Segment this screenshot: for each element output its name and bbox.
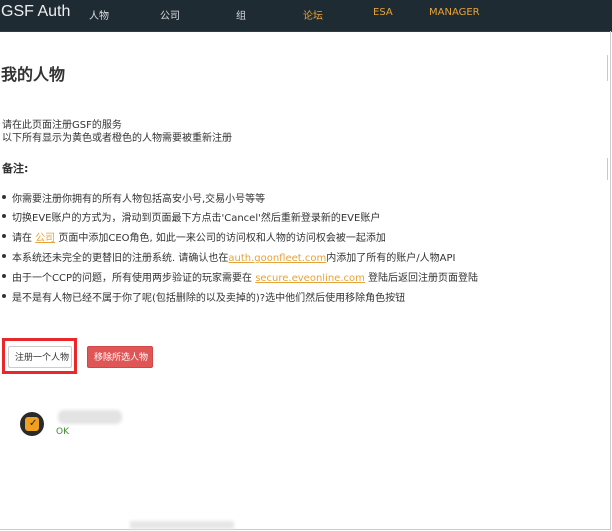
character-avatar[interactable]: ✓: [20, 412, 44, 436]
intro-line-2: 以下所有显示为黄色或者橙色的人物需要被重新注册: [2, 133, 232, 144]
scrollbar-mark: [607, 158, 608, 180]
nav-item-forums[interactable]: 论坛: [303, 7, 323, 22]
note-text: 登陆后返回注册页面登陆: [364, 273, 479, 284]
note-text: 由于一个CCP的问题，所有使用两步验证的玩家需要在: [12, 273, 256, 284]
nav-item-corporations[interactable]: 公司: [160, 7, 180, 22]
page-title: 我的人物: [1, 65, 66, 84]
notes-heading: 备注:: [2, 162, 29, 175]
secure-eveonline-link[interactable]: secure.eveonline.com: [255, 273, 365, 284]
nav-item-esa[interactable]: ESA: [373, 7, 393, 18]
note-text: 你需要注册你拥有的所有人物包括高安小号,交易小号等等: [12, 194, 266, 205]
bullet-icon: [2, 214, 6, 218]
scrollbar-mark: [607, 55, 608, 81]
nav-item-groups[interactable]: 组: [236, 7, 246, 22]
check-icon: ✓: [29, 418, 38, 429]
character-name-redacted: [58, 410, 122, 424]
register-character-button[interactable]: 注册一个人物: [8, 346, 72, 368]
character-selector-box[interactable]: ✓: [25, 417, 39, 431]
bullet-icon: [2, 294, 6, 298]
remove-selected-characters-button[interactable]: 移除所选人物: [87, 346, 153, 368]
nav-item-manager[interactable]: MANAGER: [429, 7, 480, 18]
footer-redacted: [130, 521, 234, 529]
note-text: 请在: [12, 233, 36, 244]
top-navbar: GSF Auth 人物 公司 组 论坛 ESA MANAGER: [0, 0, 612, 32]
nav-item-characters[interactable]: 人物: [89, 7, 109, 22]
character-status: OK: [56, 427, 69, 437]
bullet-icon: [2, 234, 6, 238]
auth-goonfleet-link[interactable]: auth.goonfleet.com: [228, 253, 326, 264]
note-text: 是不是有人物已经不属于你了呢(包括删除的以及卖掉的)?选中他们然后使用移除角色按…: [12, 293, 406, 304]
note-text: 内添加了所有的账户/人物API: [326, 253, 456, 264]
bullet-icon: [2, 195, 6, 199]
note-text: 切换EVE账户的方式为，滑动到页面最下方点击'Cancel'然后重新登录新的EV…: [12, 213, 381, 224]
bullet-icon: [2, 254, 6, 258]
bullet-icon: [2, 274, 6, 278]
note-text: 页面中添加CEO角色, 如此一来公司的访问权和人物的访问权会被一起添加: [55, 233, 386, 244]
corporations-link[interactable]: 公司: [35, 233, 55, 244]
brand-logo[interactable]: GSF Auth: [1, 3, 70, 21]
note-text: 本系统还未完全的更替旧的注册系统. 请确认也在: [12, 253, 229, 264]
